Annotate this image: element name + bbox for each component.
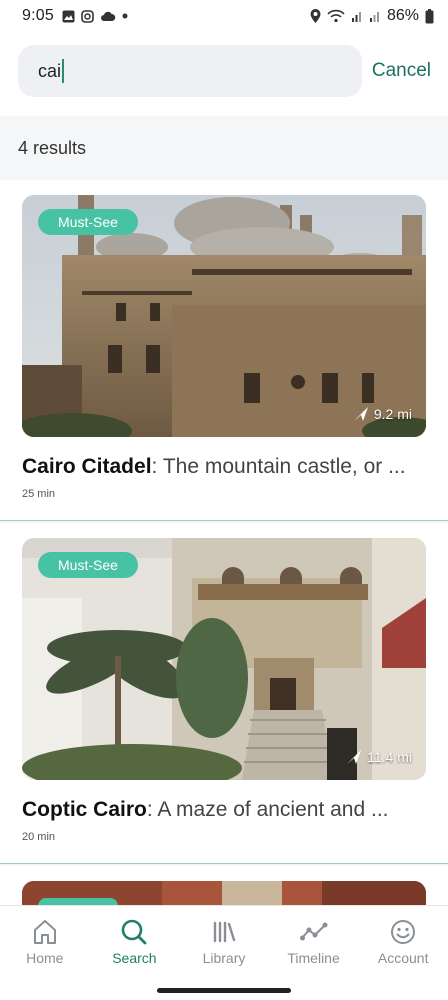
battery-percent: 86% bbox=[386, 7, 419, 24]
nav-timeline-label: Timeline bbox=[287, 950, 340, 966]
place-description: : A maze of ancient and ... bbox=[146, 798, 389, 821]
search-input[interactable]: cai bbox=[18, 45, 362, 97]
result-card[interactable] bbox=[0, 866, 448, 906]
nav-library-label: Library bbox=[202, 950, 246, 966]
place-name: Cairo Citadel bbox=[22, 455, 152, 478]
distance-indicator: 9.2 mi bbox=[352, 405, 412, 423]
wifi-icon bbox=[327, 9, 345, 23]
card-image[interactable]: Must-See 11.4 mi bbox=[22, 538, 426, 780]
nav-home[interactable]: Home bbox=[0, 906, 90, 1000]
dot-icon bbox=[122, 13, 128, 19]
place-name: Coptic Cairo bbox=[22, 798, 147, 821]
status-bar: 9:05 86% bbox=[0, 0, 448, 32]
signal-2-icon bbox=[369, 12, 379, 22]
search-icon bbox=[122, 919, 147, 945]
card-title[interactable]: Coptic Cairo: A maze of ancient and ... bbox=[22, 798, 430, 822]
nav-search[interactable]: Search bbox=[90, 906, 180, 1000]
visit-duration: 25 min bbox=[22, 488, 56, 500]
home-indicator[interactable] bbox=[157, 988, 291, 993]
bottom-navigation: Home Search Library Timeline Account bbox=[0, 905, 448, 1000]
navigation-arrow-icon bbox=[347, 750, 362, 764]
timeline-icon bbox=[299, 922, 328, 941]
card-image[interactable]: Must-See 9.2 mi bbox=[22, 195, 426, 437]
search-input-value[interactable]: cai bbox=[38, 61, 61, 82]
nav-account[interactable]: Account bbox=[358, 906, 448, 1000]
distance-value: 11.4 mi bbox=[367, 749, 412, 765]
battery-icon bbox=[425, 8, 434, 23]
nav-library[interactable]: Library bbox=[179, 906, 269, 1000]
home-icon bbox=[33, 920, 56, 944]
navigation-arrow-icon bbox=[353, 407, 368, 421]
nav-timeline[interactable]: Timeline bbox=[269, 906, 359, 1000]
distance-indicator: 11.4 mi bbox=[345, 748, 412, 766]
distance-value: 9.2 mi bbox=[373, 406, 412, 422]
nav-search-label: Search bbox=[112, 950, 157, 966]
nav-home-label: Home bbox=[26, 950, 64, 966]
results-count: 4 results bbox=[18, 138, 87, 158]
instagram-icon bbox=[81, 9, 94, 23]
library-icon bbox=[213, 921, 236, 943]
cloud-icon bbox=[100, 11, 116, 21]
result-card[interactable]: Must-See 9.2 mi Cairo Citadel: The mount… bbox=[0, 180, 448, 521]
cancel-button[interactable]: Cancel bbox=[372, 60, 431, 82]
search-header: cai Cancel bbox=[0, 32, 448, 116]
must-see-badge: Must-See bbox=[38, 209, 138, 235]
location-icon bbox=[310, 9, 321, 23]
place-description: : The mountain castle, or ... bbox=[151, 455, 406, 478]
gallery-icon bbox=[62, 10, 75, 22]
text-caret bbox=[62, 59, 65, 83]
account-icon bbox=[391, 920, 416, 944]
result-card[interactable]: Must-See 11.4 mi Coptic Cairo: A maze of… bbox=[0, 523, 448, 864]
status-time: 9:05 bbox=[22, 7, 54, 24]
signal-1-icon bbox=[351, 12, 361, 22]
card-image[interactable] bbox=[22, 881, 426, 906]
must-see-badge: Must-See bbox=[38, 552, 138, 578]
visit-duration: 20 min bbox=[22, 831, 56, 843]
nav-account-label: Account bbox=[377, 950, 429, 966]
card-title[interactable]: Cairo Citadel: The mountain castle, or .… bbox=[22, 455, 430, 479]
